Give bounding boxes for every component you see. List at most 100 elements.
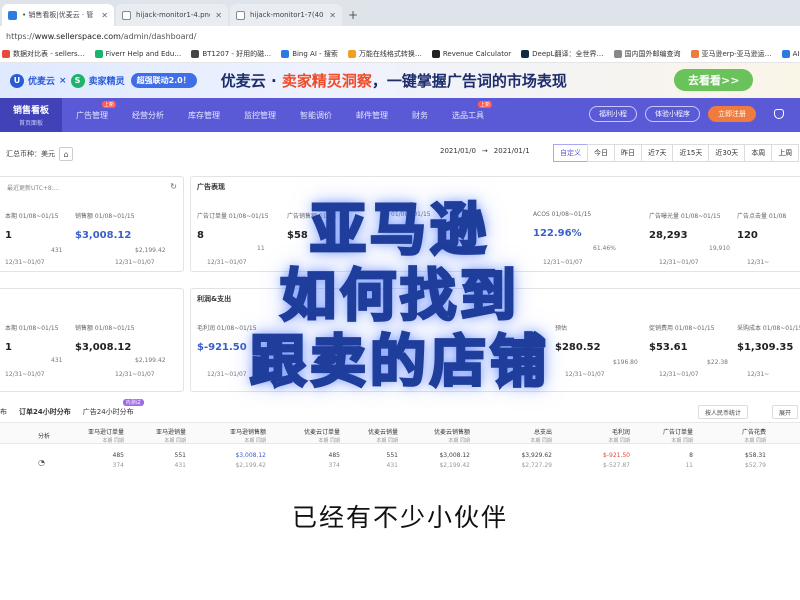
bookmark-item[interactable]: DeepL翻译：全世界… [521, 49, 604, 59]
table-cell: $58.31 [745, 452, 766, 459]
browser-tab-dashboard[interactable]: • 销售看板|优麦云 · 管 ✕ [2, 4, 114, 26]
column-header[interactable]: 广告花费 本期 同期 [742, 427, 766, 444]
column-header-sub: 本期 同期 [530, 438, 552, 444]
nav-item[interactable]: 库存管理 [188, 110, 220, 121]
bookmark-item[interactable]: AIGC工具导航 | 生… [781, 49, 800, 59]
column-header-sub: 本期 同期 [608, 438, 630, 444]
bookmark-item[interactable]: 国内国外邮编查询 [613, 49, 681, 59]
update-time-note: 最近更新UTC+8:… [7, 185, 60, 192]
column-header-label: 广告花费 [741, 429, 766, 436]
column-header[interactable]: 广告订单量 本期 同期 [663, 427, 693, 444]
nav-item-label: 选品工具 [452, 110, 484, 120]
column-header[interactable]: 优麦云订单量 本期 同期 [304, 427, 340, 444]
column-header[interactable]: 总支出 本期 同期 [530, 427, 552, 444]
nav-item[interactable]: 选品工具 上新 [452, 100, 492, 121]
column-header[interactable]: 优麦云销售额 本期 同期 [434, 427, 470, 444]
close-tab-icon[interactable]: ✕ [329, 11, 336, 20]
new-tab-button[interactable]: + [344, 4, 362, 26]
table-tab[interactable]: 广告24小时分布 内测试 [83, 399, 144, 417]
bookmark-label: AIGC工具导航 | 生… [792, 50, 800, 58]
app-favicon-icon [8, 10, 17, 20]
ad-metric: 广告点击量 01/08 120 12/31~ [737, 211, 800, 266]
column-header[interactable]: 分析 [38, 431, 50, 440]
browser-tab-image-1[interactable]: hijack-monitor1-4.png (1904×71… ✕ [116, 4, 228, 26]
nav-item[interactable]: 广告管理 上新 [76, 100, 116, 121]
table-cell: $3,008.12 [439, 452, 470, 459]
bookmark-item[interactable]: Revenue Calculator [431, 50, 511, 58]
date-from[interactable]: 2021/01/0 [440, 147, 476, 155]
banner-cta-button[interactable]: 去看看>> [674, 69, 754, 91]
welfare-button[interactable]: 福利小程 [589, 106, 637, 122]
tab-title: • 销售看板|优麦云 · 管 [22, 11, 94, 19]
close-tab-icon[interactable]: ✕ [101, 11, 108, 20]
bookmark-item[interactable]: 亚马逊erp-亚马逊运… [690, 49, 772, 59]
ad-metric: 广告曝光量 01/08~01/15 28,293 19,910 12/31~01/07 [649, 211, 745, 266]
bookmark-item[interactable]: 数据对比表 - sellers… [2, 49, 85, 59]
column-header[interactable]: 毛利润 本期 同期 [608, 427, 630, 444]
range-button[interactable]: 近30天 [708, 144, 746, 162]
nav-item[interactable]: 智能调价 [300, 110, 332, 121]
range-button[interactable]: 今日 [587, 144, 615, 162]
nav-item[interactable]: 邮件管理 [356, 110, 388, 121]
notification-bell-icon[interactable] [774, 109, 784, 119]
metric-value: 28,293 [649, 230, 688, 241]
metric-prev-period: 12/31~01/07 [5, 259, 45, 266]
column-header[interactable]: 亚马逊销量 本期 同期 [156, 427, 186, 444]
column-header-label: 优麦云订单量 [303, 429, 340, 436]
column-header[interactable]: 亚马逊订单量 本期 同期 [88, 427, 124, 444]
range-button[interactable]: 近7天 [641, 144, 674, 162]
bookmark-item[interactable]: Bing AI - 搜索 [281, 49, 338, 59]
range-button[interactable]: 近15天 [672, 144, 710, 162]
date-to[interactable]: 2021/01/1 [494, 147, 530, 155]
table-tab[interactable]: 订单24小时分布 [19, 407, 71, 417]
table-cell: 8 [689, 452, 693, 459]
banner-logo-x: × [59, 75, 67, 86]
bookmark-favicon-icon [613, 50, 622, 58]
address-bar[interactable]: https://www.sellerspace.com/admin/dashbo… [0, 26, 800, 46]
range-button[interactable]: 昨日 [614, 144, 642, 162]
metric-value: 1 [5, 230, 12, 241]
metric-label: 广告点击量 01/08 [737, 213, 787, 220]
image-file-icon [236, 10, 245, 20]
nav-home-dashboard[interactable]: 销售看板 首页面板 [0, 98, 62, 132]
currency-selector[interactable]: 汇总币种：美元 [6, 149, 59, 159]
quick-range-buttons: 自定义 今日 昨日 近7天 近15天 近30天 本周 上周 [553, 144, 800, 162]
rmb-stat-button[interactable]: 按人民币统计 [698, 405, 749, 419]
nav-item[interactable]: 监控管理 [244, 110, 276, 121]
nav-item[interactable]: 经营分析 [132, 110, 164, 121]
banner-headline: 优麦云 · 卖家精灵洞察，一键掌握广告词的市场表现 [221, 70, 567, 91]
register-button[interactable]: 立即注册 [708, 106, 756, 122]
bookmark-item[interactable]: 万能在线格式转换… [347, 49, 422, 59]
bookmark-favicon-icon [347, 50, 356, 58]
promo-banner[interactable]: U 优麦云 × S 卖家精灵 超强联动2.0！ 优麦云 · 卖家精灵洞察，一键掌… [0, 63, 800, 98]
column-header-sub: 本期 同期 [244, 438, 266, 444]
date-range-picker[interactable]: 2021/01/0 → 2021/01/1 [440, 147, 530, 155]
overlay-line-2: 如何找到 [279, 263, 520, 331]
bookmark-item[interactable]: BT1207 - 好用的磁… [191, 49, 271, 59]
column-header-sub: 本期 同期 [102, 438, 124, 444]
new-badge: 上新 [101, 100, 116, 108]
trial-miniprogram-button[interactable]: 体验小程序 [645, 106, 700, 122]
table-tab[interactable]: 布 [0, 407, 7, 417]
bookmark-label: Fiverr Help and Edu… [105, 50, 182, 58]
bookmark-label: 万能在线格式转换… [358, 50, 422, 58]
column-header[interactable]: 亚马逊销售额 本期 同期 [230, 427, 266, 444]
bookmark-item[interactable]: Fiverr Help and Edu… [94, 50, 182, 58]
url-host: www.sellerspace.com [34, 31, 121, 41]
bookmark-label: BT1207 - 好用的磁… [202, 50, 272, 58]
column-header-label: 优麦云销量 [367, 429, 398, 436]
range-button[interactable]: 上周 [771, 144, 800, 162]
expand-button[interactable]: 展开 [772, 405, 799, 419]
nav-item[interactable]: 财务 [412, 110, 428, 121]
close-tab-icon[interactable]: ✕ [215, 11, 222, 20]
range-button[interactable]: 自定义 [553, 144, 588, 162]
table-cell: $-921.50 [603, 452, 630, 459]
range-button[interactable]: 本周 [744, 144, 773, 162]
browser-tab-image-2[interactable]: hijack-monitor1-7(400).jpg (988… ✕ [230, 4, 342, 26]
row-detail-icon[interactable]: ◔ [38, 458, 45, 467]
profit-metric: 促销费用 01/08~01/15 $53.61 $22.38 12/31~01/07 [649, 323, 737, 378]
profit-metric: 采购成本 01/08~01/15 $1,309.35 12/31~ [737, 323, 800, 378]
column-header[interactable]: 优麦云销量 本期 同期 [368, 427, 398, 444]
refresh-icon[interactable]: ↻ [170, 182, 177, 191]
home-icon[interactable]: ⌂ [59, 147, 73, 161]
